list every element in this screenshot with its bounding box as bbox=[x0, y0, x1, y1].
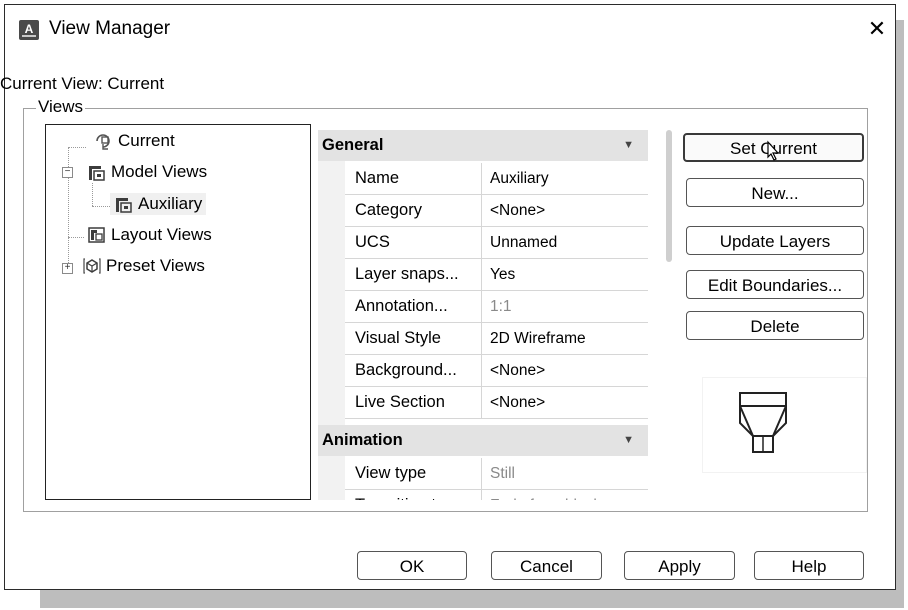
property-value[interactable]: <None> bbox=[490, 195, 648, 226]
property-key: Live Section bbox=[345, 387, 482, 418]
property-key: Background... bbox=[345, 355, 482, 386]
property-key: Name bbox=[345, 163, 482, 194]
property-key: UCS bbox=[345, 227, 482, 258]
view-preview bbox=[703, 378, 866, 472]
help-button[interactable]: Help bbox=[754, 551, 864, 580]
property-row-visual-style[interactable]: Visual Style 2D Wireframe bbox=[345, 323, 648, 355]
property-value[interactable]: 2D Wireframe bbox=[490, 323, 648, 354]
property-key: View type bbox=[345, 458, 482, 489]
property-value: Still bbox=[490, 465, 515, 482]
chevron-down-icon[interactable]: ▼ bbox=[623, 130, 634, 161]
view-preview-icon bbox=[739, 392, 787, 453]
property-value[interactable]: Auxiliary bbox=[490, 163, 648, 194]
tree-item-current[interactable]: Current bbox=[94, 131, 175, 151]
close-icon[interactable]: ✕ bbox=[863, 15, 891, 43]
named-view-icon bbox=[114, 195, 132, 213]
category-general[interactable]: General ▼ bbox=[318, 130, 648, 161]
dialog-title: View Manager bbox=[49, 18, 171, 39]
category-animation[interactable]: Animation ▼ bbox=[318, 425, 648, 456]
apply-button[interactable]: Apply bbox=[624, 551, 735, 580]
new-view-button[interactable]: New... bbox=[686, 178, 864, 207]
property-key: Annotation... bbox=[345, 291, 482, 322]
views-group-label: Views bbox=[36, 97, 86, 117]
property-row-ucs[interactable]: UCS Unnamed bbox=[345, 227, 648, 259]
current-view-icon bbox=[94, 132, 112, 150]
property-row-view-type[interactable]: View type Still bbox=[345, 458, 648, 490]
property-row-annotation-scale[interactable]: Annotation... 1:1 bbox=[345, 291, 648, 323]
autocad-app-icon: A bbox=[19, 20, 39, 40]
cancel-button[interactable]: Cancel bbox=[491, 551, 602, 580]
property-row-name[interactable]: Name Auxiliary bbox=[345, 163, 648, 195]
property-value: Fade from black bbox=[490, 490, 648, 500]
edit-boundaries-button[interactable]: Edit Boundaries... bbox=[686, 270, 864, 299]
current-view-label: Current View: Current bbox=[0, 74, 165, 93]
model-views-icon bbox=[87, 163, 105, 181]
property-key: Layer snaps... bbox=[345, 259, 482, 290]
property-value: 1:1 bbox=[490, 298, 512, 315]
delete-button[interactable]: Delete bbox=[686, 311, 864, 340]
property-key: Transition t... bbox=[345, 490, 482, 500]
expand-preset-views-toggle[interactable]: + bbox=[62, 263, 73, 274]
tree-item-label: Layout Views bbox=[111, 225, 212, 244]
tree-connector bbox=[92, 183, 93, 206]
property-row-background[interactable]: Background... <None> bbox=[345, 355, 648, 387]
collapse-model-views-toggle[interactable]: − bbox=[62, 167, 73, 178]
property-value[interactable]: Unnamed bbox=[490, 227, 648, 258]
preset-views-icon bbox=[82, 257, 101, 275]
property-row-category[interactable]: Category <None> bbox=[345, 195, 648, 227]
property-grid-scrollbar[interactable] bbox=[666, 130, 672, 262]
property-key: Visual Style bbox=[345, 323, 482, 354]
property-row-transition-type[interactable]: Transition t... Fade from black bbox=[345, 490, 648, 500]
tree-connector bbox=[68, 147, 86, 148]
tree-item-label: Current bbox=[118, 131, 175, 150]
dialog-shadow-bottom bbox=[40, 588, 904, 608]
tree-item-model-views[interactable]: Model Views bbox=[87, 162, 207, 182]
property-value[interactable]: <None> bbox=[490, 387, 648, 418]
tree-item-label: Auxiliary bbox=[138, 194, 203, 213]
tree-connector bbox=[68, 237, 84, 238]
title-bar: A View Manager ✕ bbox=[5, 5, 895, 55]
chevron-down-icon[interactable]: ▼ bbox=[623, 425, 634, 456]
update-layers-button[interactable]: Update Layers bbox=[686, 226, 864, 255]
tree-item-label: Preset Views bbox=[106, 256, 205, 275]
property-value[interactable]: <None> bbox=[490, 355, 648, 386]
tree-item-auxiliary[interactable]: Auxiliary bbox=[110, 193, 207, 215]
property-row-layer-snapshot[interactable]: Layer snaps... Yes bbox=[345, 259, 648, 291]
tree-item-label: Model Views bbox=[111, 162, 208, 181]
property-key: Category bbox=[345, 195, 482, 226]
tree-item-layout-views[interactable]: Layout Views bbox=[87, 225, 212, 245]
tree-item-preset-views[interactable]: Preset Views bbox=[82, 256, 205, 276]
ok-button[interactable]: OK bbox=[357, 551, 467, 580]
category-label: Animation bbox=[322, 431, 403, 449]
property-row-live-section[interactable]: Live Section <None> bbox=[345, 387, 648, 419]
layout-views-icon bbox=[87, 226, 105, 244]
property-value[interactable]: Yes bbox=[490, 259, 648, 290]
tree-connector bbox=[92, 206, 110, 207]
property-grid[interactable]: General ▼ Name Auxiliary Category <None> U… bbox=[318, 130, 648, 500]
mouse-pointer-icon bbox=[762, 140, 782, 171]
category-label: General bbox=[322, 136, 384, 154]
